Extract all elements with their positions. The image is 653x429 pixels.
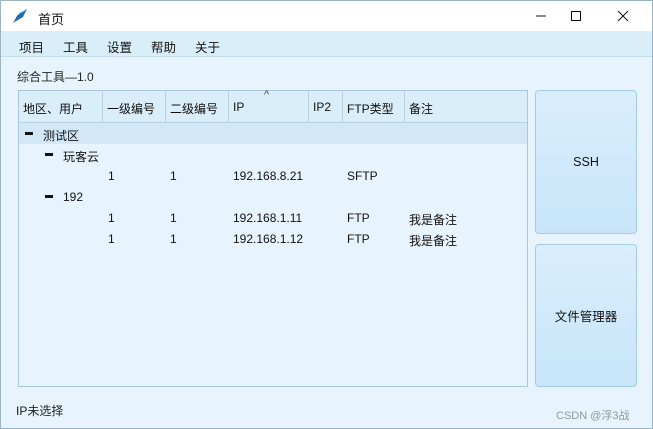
menu-project[interactable]: 项目	[19, 37, 44, 56]
collapse-icon[interactable]	[45, 195, 53, 198]
remark-cell: 我是备注	[409, 213, 458, 227]
maximize-icon	[571, 11, 581, 21]
level1-id-cell: 1	[108, 169, 115, 183]
ip-cell: 192.168.1.12	[233, 232, 304, 246]
ftp-type-cell: FTP	[347, 211, 370, 225]
file-manager-button[interactable]: 文件管理器	[535, 244, 637, 387]
col-ftp-type[interactable]: FTP类型	[343, 91, 405, 122]
ssh-button[interactable]: SSH	[535, 90, 637, 234]
tree-group-row[interactable]: 测试区	[19, 123, 527, 144]
ip-cell: 192.168.8.21	[233, 169, 304, 183]
maximize-button[interactable]	[553, 1, 599, 31]
table-row[interactable]: 1 1 192.168.1.11 FTP 我是备注	[19, 207, 527, 228]
main-window: 首页 项目 工具 设置 帮助 关于 综合工具—1.0 地区、用户 一级编号 二级…	[0, 0, 653, 429]
col-level1-id[interactable]: 一级编号	[103, 91, 166, 122]
level1-id-cell: 1	[108, 211, 115, 225]
collapse-icon[interactable]	[25, 132, 33, 135]
level2-id-cell: 1	[170, 169, 177, 183]
level1-id-cell: 1	[108, 232, 115, 246]
close-button[interactable]	[600, 1, 646, 31]
window-title: 首页	[38, 12, 65, 27]
subgroup-label: 玩客云	[63, 150, 100, 164]
sort-ascending-icon: ^	[264, 89, 270, 101]
tree-subgroup-row[interactable]: 192	[19, 186, 527, 207]
col-region-user[interactable]: 地区、用户	[19, 91, 103, 122]
table-row[interactable]: 1 1 192.168.8.21 SFTP	[19, 165, 527, 186]
close-icon	[617, 10, 629, 22]
col-remark[interactable]: 备注	[405, 91, 527, 122]
tree-subgroup-row[interactable]: 玩客云	[19, 144, 527, 165]
col-ip2[interactable]: IP2	[309, 91, 343, 122]
ftp-type-cell: SFTP	[347, 169, 378, 183]
app-version-label: 综合工具—1.0	[17, 70, 94, 84]
col-level2-id[interactable]: 二级编号	[166, 91, 229, 122]
level2-id-cell: 1	[170, 211, 177, 225]
title-bar: 首页	[1, 1, 652, 31]
menu-about[interactable]: 关于	[195, 37, 220, 56]
watermark-text: CSDN @浮3战	[556, 410, 630, 422]
level2-id-cell: 1	[170, 232, 177, 246]
remark-cell: 我是备注	[409, 234, 458, 248]
subgroup-label: 192	[63, 190, 84, 204]
table-row[interactable]: 1 1 192.168.1.12 FTP 我是备注	[19, 228, 527, 249]
server-tree[interactable]: 地区、用户 一级编号 二级编号 IP IP2 FTP类型 备注 ^ 测试区 玩客…	[18, 89, 528, 387]
group-label: 测试区	[43, 129, 80, 143]
collapse-icon[interactable]	[45, 153, 53, 156]
ftp-type-cell: FTP	[347, 232, 370, 246]
menu-help[interactable]: 帮助	[151, 37, 176, 56]
minimize-icon	[536, 15, 546, 17]
menu-settings[interactable]: 设置	[107, 37, 132, 56]
menu-bar: 项目 工具 设置 帮助 关于	[1, 31, 652, 57]
tree-header: 地区、用户 一级编号 二级编号 IP IP2 FTP类型 备注 ^	[19, 89, 527, 123]
status-text: IP未选择	[16, 404, 64, 418]
app-feather-icon	[11, 7, 29, 25]
ip-cell: 192.168.1.11	[233, 211, 303, 225]
menu-tools[interactable]: 工具	[63, 37, 88, 56]
